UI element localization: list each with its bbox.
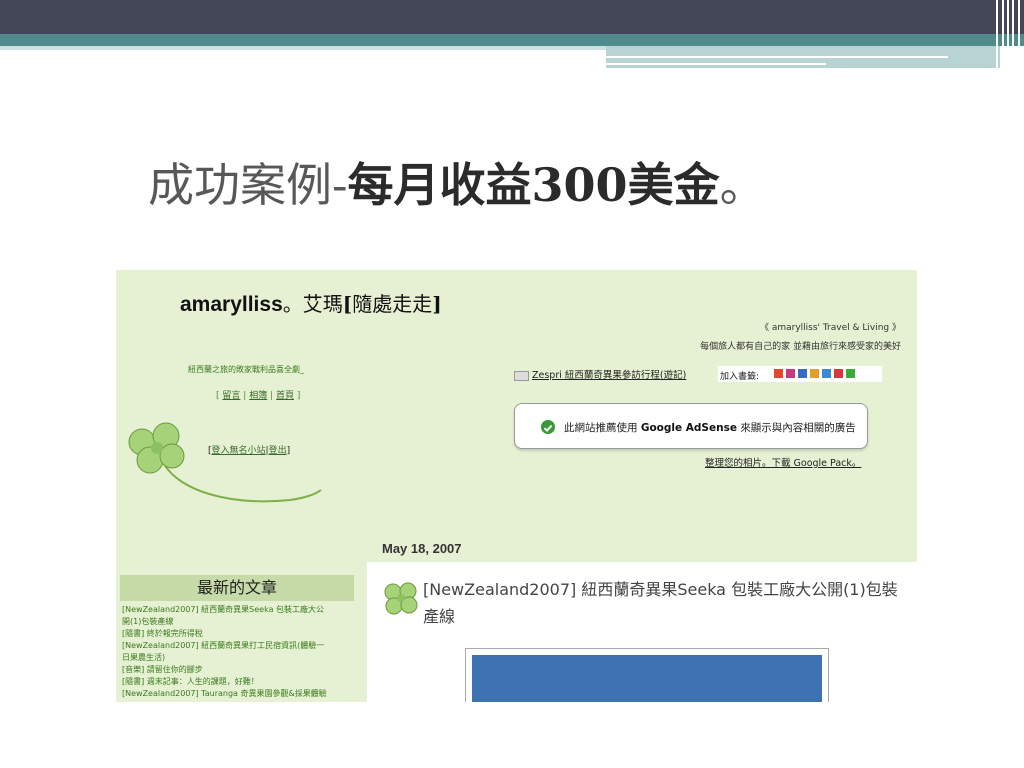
slide-vertical-stripes	[994, 0, 1024, 70]
nav-link-home[interactable]: 首頁	[276, 391, 294, 401]
slide-right-line	[606, 63, 826, 65]
slide-right-line	[606, 56, 948, 58]
clover-icon	[384, 582, 418, 615]
bookmark-label: 加入書籤:	[720, 372, 760, 382]
blog-tagline: 《 amarylliss' Travel & Living 》	[759, 323, 901, 333]
slide-title-part3: 。	[719, 158, 766, 212]
adsense-text: 此網站推薦使用 Google AdSense 來顯示與內容相關的廣告	[564, 420, 856, 435]
blog-zh-sub: 隨處走走	[352, 292, 433, 316]
post-image	[465, 648, 829, 702]
recent-post-item[interactable]: [隨書] 週末記事：人生的課題，好難！	[122, 676, 354, 688]
check-icon	[541, 420, 555, 434]
login-bracket: ]	[286, 446, 291, 456]
bookmark-service-icon[interactable]	[846, 369, 855, 378]
side-nav-bracket: ]	[296, 391, 301, 401]
bookmark-bar: 加入書籤:	[718, 366, 882, 382]
bookmark-service-icon[interactable]	[786, 369, 795, 378]
logout-link[interactable]: 登出	[269, 446, 287, 456]
adsense-brand: Google AdSense	[640, 422, 737, 434]
recent-posts: 最新的文章 [NewZealand2007] 紐西蘭奇異果Seeka 包裝工廠大…	[120, 575, 354, 702]
blog-name: amarylliss	[180, 293, 283, 316]
post-tag-icon	[514, 370, 529, 381]
blog-title-sep: 。	[282, 292, 303, 316]
blog-zh-name: 艾瑪	[302, 292, 343, 316]
side-nav-sep: |	[243, 391, 247, 401]
recent-post-item[interactable]: [音樂] 請留住你的腳步	[122, 664, 354, 676]
slide-teal-bar	[0, 34, 1024, 46]
recent-post-item[interactable]: [NewZealand2007] Tauranga 奇異果園參觀&採果體驗	[122, 688, 354, 700]
adsense-post: 來顯示與內容相關的廣告	[740, 422, 856, 434]
adsense-notice[interactable]: 此網站推薦使用 Google AdSense 來顯示與內容相關的廣告	[514, 403, 868, 449]
blog-title: amarylliss。艾瑪[隨處走走]	[180, 288, 442, 317]
login-link[interactable]: 登入無名小站	[212, 446, 266, 456]
bookmark-service-icon[interactable]	[798, 369, 807, 378]
recent-post-item[interactable]: [NewZealand2007] 紐西蘭奇異果Seeka 包裝工廠大公	[122, 604, 354, 616]
recent-post-item[interactable]: 日果農生活)	[122, 652, 354, 664]
slide-title-part1: 成功案例-	[148, 158, 348, 212]
post-image-sky	[472, 655, 822, 702]
side-nav-sep: |	[270, 391, 274, 401]
slide-top-bar	[0, 0, 1024, 34]
recent-post-item[interactable]: [隨書] 終於報完所得稅	[122, 628, 354, 640]
nav-link-guestbook[interactable]: 留言	[222, 391, 240, 401]
clover-icon	[128, 422, 322, 503]
post-title[interactable]: [NewZealand2007] 紐西蘭奇異果Seeka 包裝工廠大公開(1)包…	[423, 576, 907, 630]
bookmark-service-icon[interactable]	[822, 369, 831, 378]
side-nav: [ 留言 | 相簿 | 首頁 ]	[216, 388, 300, 401]
google-pack-link[interactable]: 整理您的相片。下載 Google Pack。	[705, 455, 861, 469]
blog-motto: 每個旅人都有自己的家 並藉由旅行來感受家的美好	[700, 342, 901, 352]
post-date: May 18, 2007	[382, 541, 462, 556]
bookmark-service-icon[interactable]	[810, 369, 819, 378]
blog-bracket-close: ]	[432, 292, 442, 316]
side-promo-link[interactable]: 紐西蘭之旅的敗家戰利品喜全劇_	[188, 364, 304, 375]
login-links: [登入無名小站|登出]	[208, 443, 290, 456]
recent-post-item[interactable]: [NewZealand2007] 紐西蘭奇異果打工民宿資訊(體驗一	[122, 640, 354, 652]
blog-screenshot: amarylliss。艾瑪[隨處走走] 《 amarylliss' Travel…	[116, 270, 917, 702]
side-nav-bracket: [	[216, 391, 220, 401]
adsense-pre: 此網站推薦使用	[564, 422, 638, 434]
nav-link-album[interactable]: 相簿	[249, 391, 267, 401]
blog-bracket-open: [	[342, 292, 353, 316]
slide-title-part2: 每月收益300美金	[347, 158, 720, 212]
zespri-item: Zespri 紐西蘭奇異果參訪行程(遊記)	[514, 367, 686, 381]
slide-title: 成功案例-每月收益300美金。	[148, 162, 908, 208]
recent-posts-heading: 最新的文章	[120, 575, 354, 601]
recent-posts-list: [NewZealand2007] 紐西蘭奇異果Seeka 包裝工廠大公 開(1)…	[120, 604, 354, 700]
bookmark-service-icon[interactable]	[774, 369, 783, 378]
post-panel: [NewZealand2007] 紐西蘭奇異果Seeka 包裝工廠大公開(1)包…	[367, 562, 917, 702]
zespri-link[interactable]: Zespri 紐西蘭奇異果參訪行程(遊記)	[532, 370, 686, 381]
bookmark-service-icon[interactable]	[834, 369, 843, 378]
recent-post-item[interactable]: 開(1)包裝產線	[122, 616, 354, 628]
